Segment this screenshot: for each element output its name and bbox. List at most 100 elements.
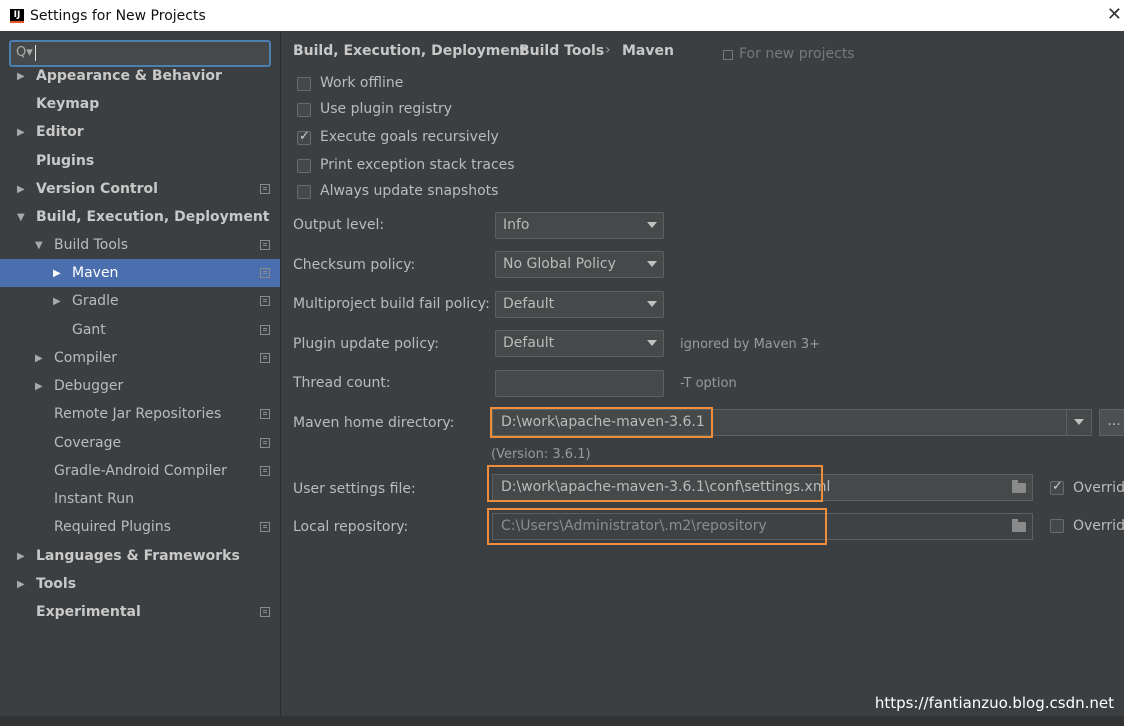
output-level-label: Output level: <box>293 217 385 233</box>
plugin-update-policy-select[interactable]: Default <box>495 330 664 357</box>
sidebar-item-appearance-behavior[interactable]: ▶ Appearance & Behavior <box>0 62 280 90</box>
sidebar-item-remote-jar-repositories[interactable]: Remote Jar Repositories <box>0 400 280 428</box>
breadcrumb-build-execution-deployment[interactable]: Build, Execution, Deployment <box>293 43 527 59</box>
expand-right-icon[interactable]: ▶ <box>17 579 25 590</box>
sidebar-item-label: Gradle <box>72 293 119 309</box>
sidebar-item-version-control[interactable]: ▶ Version Control <box>0 175 280 203</box>
sidebar-item-label: Plugins <box>36 153 95 169</box>
plugin-update-policy-value: Default <box>503 335 555 351</box>
expand-down-icon[interactable]: ▼ <box>17 212 25 223</box>
user-settings-override-label: Override <box>1073 480 1124 496</box>
project-scope-copy-icon <box>260 438 270 448</box>
chevron-down-icon <box>647 340 657 346</box>
sidebar-item-build-execution-deployment[interactable]: ▼ Build, Execution, Deployment <box>0 203 280 231</box>
sidebar-item-plugins[interactable]: Plugins <box>0 147 280 175</box>
option-checkbox-work-offline[interactable] <box>297 77 311 91</box>
local-repository-highlight <box>487 508 827 545</box>
expand-right-icon[interactable]: ▶ <box>35 381 43 392</box>
project-scope-copy-icon <box>260 184 270 194</box>
option-checkbox-use-plugin-registry[interactable] <box>297 103 311 117</box>
local-repository-override-checkbox[interactable] <box>1050 519 1064 533</box>
project-scope-copy-icon <box>260 466 270 476</box>
maven-version-text: (Version: 3.6.1) <box>491 447 591 462</box>
watermark: https://fantianzuo.blog.csdn.net <box>874 694 1114 712</box>
thread-count-label: Thread count: <box>293 375 391 391</box>
sidebar-item-gradle[interactable]: ▶ Gradle <box>0 287 280 315</box>
option-label[interactable]: Execute goals recursively <box>320 129 499 145</box>
user-settings-highlight <box>487 465 823 502</box>
folder-icon[interactable] <box>1012 480 1026 493</box>
breadcrumb-maven: Maven <box>622 43 674 59</box>
text-caret <box>35 45 36 61</box>
thread-count-input[interactable] <box>495 370 664 397</box>
chevron-down-icon <box>647 301 657 307</box>
sidebar-item-tools[interactable]: ▶ Tools <box>0 570 280 598</box>
output-level-select[interactable]: Info <box>495 212 664 239</box>
bottom-strip <box>0 716 1124 726</box>
sidebar-item-gant[interactable]: Gant <box>0 316 280 344</box>
sidebar-item-label: Required Plugins <box>54 519 171 535</box>
option-label[interactable]: Work offline <box>320 75 403 91</box>
user-settings-label: User settings file: <box>293 481 416 497</box>
close-icon[interactable]: ✕ <box>1107 4 1122 25</box>
checksum-policy-select[interactable]: No Global Policy <box>495 251 664 278</box>
sidebar-item-coverage[interactable]: Coverage <box>0 429 280 457</box>
sidebar-item-build-tools[interactable]: ▼ Build Tools <box>0 231 280 259</box>
search-icon: Q▾ <box>16 45 33 60</box>
sidebar-item-label: Gant <box>72 322 106 338</box>
expand-right-icon[interactable]: ▶ <box>53 268 61 279</box>
sidebar-item-editor[interactable]: ▶ Editor <box>0 118 280 146</box>
sidebar-item-label: Version Control <box>36 181 158 197</box>
sidebar-item-label: Remote Jar Repositories <box>54 406 222 422</box>
option-label[interactable]: Print exception stack traces <box>320 157 515 173</box>
option-label[interactable]: Use plugin registry <box>320 101 452 117</box>
option-checkbox-print-exception-stack-traces[interactable] <box>297 159 311 173</box>
sidebar-item-instant-run[interactable]: Instant Run <box>0 485 280 513</box>
sidebar-item-label: Coverage <box>54 435 122 451</box>
option-checkbox-always-update-snapshots[interactable] <box>297 185 311 199</box>
fail-policy-select[interactable]: Default <box>495 291 664 318</box>
sidebar-item-gradle-android-compiler[interactable]: Gradle-Android Compiler <box>0 457 280 485</box>
checksum-policy-label: Checksum policy: <box>293 257 416 273</box>
folder-icon[interactable] <box>1012 519 1026 532</box>
sidebar-item-languages-frameworks[interactable]: ▶ Languages & Frameworks <box>0 542 280 570</box>
project-scope-copy-icon <box>260 325 270 335</box>
expand-right-icon[interactable]: ▶ <box>17 71 25 82</box>
sidebar-item-label: Build Tools <box>54 237 129 253</box>
sidebar-item-compiler[interactable]: ▶ Compiler <box>0 344 280 372</box>
chevron-down-icon <box>647 222 657 228</box>
project-scope-copy-icon <box>260 296 270 306</box>
sidebar-item-label: Build, Execution, Deployment <box>36 209 270 225</box>
sidebar-item-label: Compiler <box>54 350 118 366</box>
chevron-down-icon <box>647 261 657 267</box>
sidebar-item-required-plugins[interactable]: Required Plugins <box>0 513 280 541</box>
sidebar-item-label: Experimental <box>36 604 141 620</box>
expand-right-icon[interactable]: ▶ <box>53 296 61 307</box>
local-repository-label: Local repository: <box>293 519 409 535</box>
sidebar-item-debugger[interactable]: ▶ Debugger <box>0 372 280 400</box>
expand-down-icon[interactable]: ▼ <box>35 240 43 251</box>
sidebar-item-experimental[interactable]: Experimental <box>0 598 280 626</box>
project-scope-copy-icon <box>260 268 270 278</box>
sidebar-item-maven[interactable]: ▶ Maven <box>0 259 280 287</box>
sidebar-item-label: Tools <box>36 576 77 592</box>
local-repository-override-label: Override <box>1073 518 1124 534</box>
option-label[interactable]: Always update snapshots <box>320 183 498 199</box>
sidebar-item-label: Languages & Frameworks <box>36 548 240 564</box>
expand-right-icon[interactable]: ▶ <box>17 551 25 562</box>
sidebar-item-label: Gradle-Android Compiler <box>54 463 227 479</box>
sidebar-item-label: Editor <box>36 124 84 140</box>
option-checkbox-execute-goals-recursively[interactable] <box>297 129 311 145</box>
title-bar: IJ Settings for New Projects ✕ <box>0 0 1124 31</box>
maven-home-highlight <box>490 407 713 438</box>
user-settings-override-checkbox[interactable] <box>1050 479 1064 495</box>
expand-right-icon[interactable]: ▶ <box>17 184 25 195</box>
sidebar-item-label: Instant Run <box>54 491 135 507</box>
expand-right-icon[interactable]: ▶ <box>17 127 25 138</box>
breadcrumb-build-tools[interactable]: Build Tools <box>519 43 604 59</box>
project-scope-copy-icon <box>260 607 270 617</box>
browse-maven-home-button[interactable]: ... <box>1099 409 1124 436</box>
expand-right-icon[interactable]: ▶ <box>35 353 43 364</box>
sidebar-item-keymap[interactable]: Keymap <box>0 90 280 118</box>
intellij-logo-icon: IJ <box>10 8 24 23</box>
